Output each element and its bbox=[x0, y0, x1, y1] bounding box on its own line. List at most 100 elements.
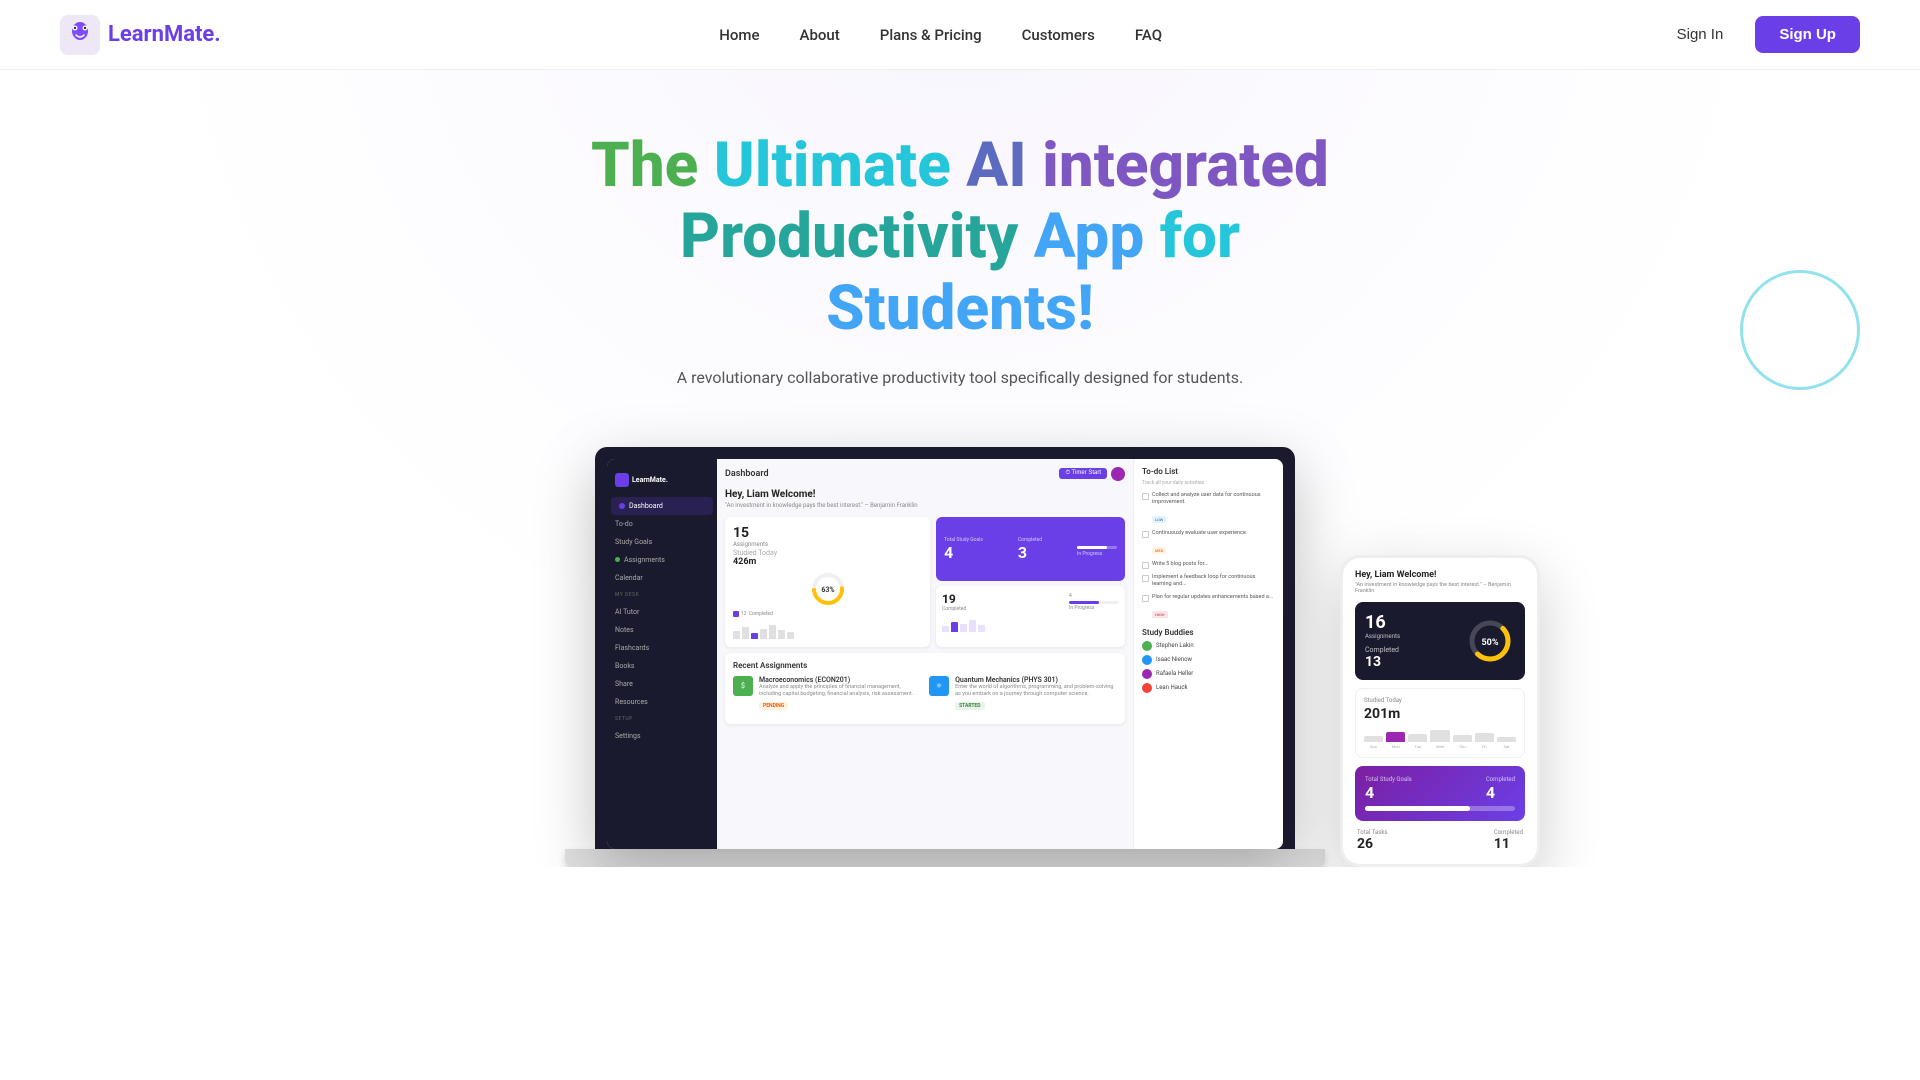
nav-link-about[interactable]: About bbox=[800, 26, 840, 44]
header-actions: ⏱ Timer Start bbox=[1059, 467, 1125, 481]
buddy-avatar-3 bbox=[1142, 669, 1152, 679]
sidebar-label-studygoals: Study Goals bbox=[615, 538, 652, 546]
sidebar-item-calendar[interactable]: Calendar bbox=[607, 569, 717, 587]
sidebar-item-settings[interactable]: Settings bbox=[607, 727, 717, 745]
sidebar-item-dashboard[interactable]: Dashboard bbox=[611, 497, 713, 515]
nav-links: Home About Plans & Pricing Customers FAQ bbox=[719, 25, 1162, 44]
sidebar-logo: LearnMate. bbox=[607, 467, 717, 497]
timer-start-button[interactable]: ⏱ Timer Start bbox=[1059, 468, 1107, 479]
laptop: LearnMate. Dashboard To-do bbox=[595, 447, 1295, 849]
stat-card-assignments: 15 Assignments Studied Today 426m bbox=[725, 517, 930, 647]
sidebar-section-mydesk: MY DESK bbox=[607, 587, 717, 603]
study-buddies-title: Study Buddies bbox=[1142, 628, 1275, 637]
todo-checkbox-2[interactable] bbox=[1142, 531, 1149, 538]
nav-link-plans[interactable]: Plans & Pricing bbox=[880, 26, 982, 44]
buddy-name-3: Rafaela Heller bbox=[1156, 670, 1193, 677]
phone-donut-chart: 50% bbox=[1465, 616, 1515, 666]
sign-in-button[interactable]: Sign In bbox=[1661, 18, 1740, 51]
sidebar-label-aitutor: AI Tutor bbox=[615, 608, 639, 616]
todo-panel: To-do List Track all your daily activiti… bbox=[1133, 459, 1283, 849]
app-header: Dashboard ⏱ Timer Start bbox=[725, 467, 1125, 481]
sidebar-item-flashcards[interactable]: Flashcards bbox=[607, 639, 717, 657]
phone-completed-tasks-label: Completed bbox=[1494, 829, 1523, 836]
buddy-1: Stephen Lakin bbox=[1142, 641, 1275, 651]
sidebar-label-flashcards: Flashcards bbox=[615, 644, 649, 652]
todo-badge-5: HIGH bbox=[1152, 611, 1168, 618]
phone-mockup: Hey, Liam Welcome! "An investment in kno… bbox=[1340, 555, 1540, 867]
donut-chart: 63% bbox=[810, 571, 846, 607]
sidebar-item-notes[interactable]: Notes bbox=[607, 621, 717, 639]
logo-text: LearnMate. bbox=[108, 22, 221, 47]
todo-checkbox-3[interactable] bbox=[1142, 562, 1149, 569]
sidebar-item-assignments[interactable]: Assignments bbox=[607, 551, 717, 569]
svg-text:63%: 63% bbox=[821, 586, 834, 594]
phone-studied-label: Studied Today bbox=[1364, 697, 1516, 704]
laptop-wrapper: LearnMate. Dashboard To-do bbox=[595, 447, 1325, 867]
todo-content-4: Implement a feedback loop for continuous… bbox=[1152, 574, 1275, 588]
assignment-item-2: ⚛ Quantum Mechanics (PHYS 301) Enter the… bbox=[929, 676, 1117, 710]
nav-logo[interactable]: LearnMate. bbox=[60, 15, 221, 55]
assignment-badges-1: PENDING bbox=[759, 700, 923, 710]
phone-assignments-label: Assignments bbox=[1365, 633, 1400, 640]
assignment-name-1: Macroeconomics (ECON201) bbox=[759, 676, 923, 684]
phone-completed-label: Completed bbox=[1365, 646, 1400, 654]
phone-total-row: Total Tasks 26 Completed 11 bbox=[1355, 829, 1525, 852]
sidebar-label-dashboard: Dashboard bbox=[629, 502, 663, 510]
sidebar-item-resources[interactable]: Resources bbox=[607, 693, 717, 711]
phone-progress-fill bbox=[1365, 806, 1470, 811]
dashboard-title: Dashboard bbox=[725, 469, 769, 479]
nav-link-faq[interactable]: FAQ bbox=[1135, 26, 1162, 44]
todo-checkbox-1[interactable] bbox=[1142, 493, 1149, 500]
phone-study-goals-card: Total Study Goals 4 Completed 4 bbox=[1355, 766, 1525, 821]
todo-checkbox-5[interactable] bbox=[1142, 595, 1149, 602]
sidebar-item-books[interactable]: Books bbox=[607, 657, 717, 675]
sidebar-item-share[interactable]: Share bbox=[607, 675, 717, 693]
tasks-card: 19 Completed 4 bbox=[936, 586, 1125, 647]
welcome-text: Hey, Liam Welcome! bbox=[725, 489, 1125, 500]
nav-actions: Sign In Sign Up bbox=[1661, 16, 1860, 53]
hero-section: The Ultimate AI integrated Productivity … bbox=[0, 70, 1920, 867]
sidebar-item-aitutor[interactable]: AI Tutor bbox=[607, 603, 717, 621]
assignment-desc-2: Enter the world of algorithms, programmi… bbox=[955, 684, 1117, 698]
buddy-3: Rafaela Heller bbox=[1142, 669, 1275, 679]
badge-started-2: STARTED bbox=[955, 702, 984, 710]
purple-row: Total Study Goals 4 Completed 4 bbox=[1365, 776, 1515, 802]
laptop-base-wrapper bbox=[595, 849, 1325, 867]
todo-item-1: Collect and analyze user data for contin… bbox=[1142, 492, 1275, 525]
sidebar-label-books: Books bbox=[615, 662, 635, 670]
phone-studied-time: 201m bbox=[1364, 706, 1516, 722]
phone-total-goals: Total Study Goals 4 bbox=[1365, 776, 1412, 802]
phone-total-tasks: Total Tasks 26 bbox=[1357, 829, 1388, 852]
phone-studied-card: Studied Today 201m Sun bbox=[1355, 688, 1525, 758]
buddy-name-2: Isaac Nienow bbox=[1156, 656, 1192, 663]
sidebar-item-studygoals[interactable]: Study Goals bbox=[607, 533, 717, 551]
sidebar-label-assignments: Assignments bbox=[624, 556, 665, 564]
phone-completed-tasks-num: 11 bbox=[1494, 836, 1523, 852]
buddy-name-1: Stephen Lakin bbox=[1156, 642, 1194, 649]
completed-goals: 3 bbox=[1018, 543, 1042, 562]
week-label-mon: Mon bbox=[1386, 744, 1405, 749]
phone-completed-goals: Completed 4 bbox=[1486, 776, 1515, 802]
week-label-fri: Fri bbox=[1475, 744, 1494, 749]
sidebar-section-setup: SETUP bbox=[607, 711, 717, 727]
nav-link-home[interactable]: Home bbox=[719, 26, 759, 44]
todo-item-5: Plan for regular updates enhancements ba… bbox=[1142, 594, 1275, 620]
app-sidebar: LearnMate. Dashboard To-do bbox=[607, 459, 717, 849]
app-main: Dashboard ⏱ Timer Start Hey, Liam Welcom… bbox=[717, 459, 1133, 849]
title-word-productivity: Productivity bbox=[680, 200, 1034, 273]
phone-total-tasks-num: 26 bbox=[1357, 836, 1388, 852]
todo-item-3: Write 5 blog posts for... bbox=[1142, 561, 1275, 569]
assignment-details-2: Quantum Mechanics (PHYS 301) Enter the w… bbox=[955, 676, 1117, 710]
assignment-name-2: Quantum Mechanics (PHYS 301) bbox=[955, 676, 1117, 684]
nav-link-customers[interactable]: Customers bbox=[1022, 26, 1095, 44]
phone-completed-num: 13 bbox=[1365, 654, 1400, 670]
phone-quote: "An investment in knowledge pays the bes… bbox=[1355, 582, 1525, 594]
sign-up-button[interactable]: Sign Up bbox=[1755, 16, 1860, 53]
todo-content-2: Continuously evaluate user experience. M… bbox=[1152, 530, 1247, 556]
recent-assignments-title: Recent Assignments bbox=[733, 661, 1117, 670]
week-label-wed: Wed bbox=[1430, 744, 1449, 749]
buddy-avatar-2 bbox=[1142, 655, 1152, 665]
week-label-sun: Sun bbox=[1364, 744, 1383, 749]
todo-checkbox-4[interactable] bbox=[1142, 575, 1149, 582]
sidebar-item-todo[interactable]: To-do bbox=[607, 515, 717, 533]
